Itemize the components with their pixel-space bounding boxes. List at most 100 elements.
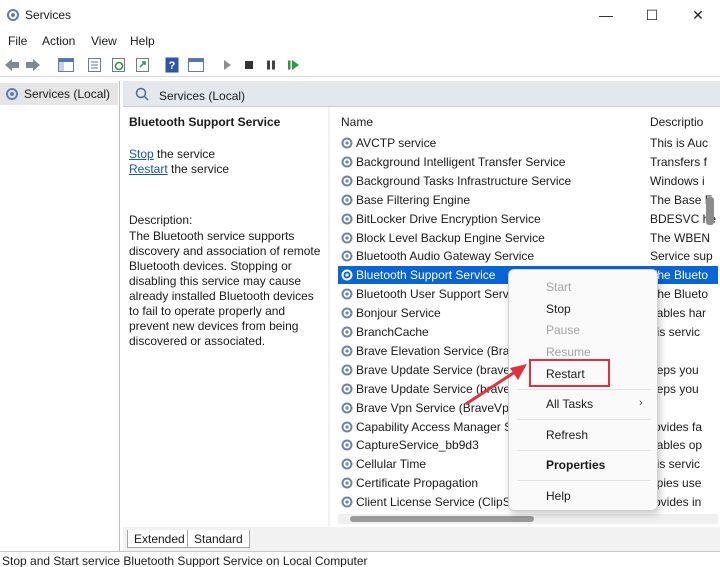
service-gear-icon <box>341 383 353 395</box>
description-label: Description: <box>129 213 193 227</box>
service-gear-icon <box>341 402 353 414</box>
stop-line-suffix: the service <box>153 147 216 161</box>
service-name: Base Filtering Engine <box>356 192 471 207</box>
restart-line: Restart the service <box>129 162 229 176</box>
menu-item-pause: Pause <box>546 323 581 337</box>
service-name: Certificate Propagation <box>356 476 479 491</box>
menu-help[interactable]: Help <box>130 34 155 48</box>
panel-header-title: Services (Local) <box>159 89 246 103</box>
minimize-button[interactable]: — <box>586 4 626 26</box>
menu-item-refresh[interactable]: Refresh <box>546 428 588 442</box>
start-icon[interactable] <box>218 56 235 73</box>
service-row[interactable]: Block Level Backup Engine Service The WBE… <box>338 229 718 247</box>
service-name: Bonjour Service <box>356 306 441 321</box>
service-name: Bluetooth Audio Gateway Service <box>356 249 535 264</box>
service-gear-icon <box>341 250 353 262</box>
back-icon[interactable] <box>3 56 20 73</box>
service-row[interactable]: Base Filtering Engine The Base F <box>338 191 718 209</box>
stop-service-link[interactable]: Stop <box>129 147 154 161</box>
service-row[interactable]: Bluetooth Audio Gateway Service Service s… <box>338 247 718 265</box>
menu-view[interactable]: View <box>91 34 117 48</box>
status-text: Stop and Start service Bluetooth Support… <box>2 554 368 567</box>
menu-file[interactable]: File <box>8 34 27 48</box>
stop-line: Stop the service <box>129 147 215 161</box>
service-gear-icon <box>341 213 353 225</box>
help-icon[interactable]: ? <box>163 56 180 73</box>
service-gear-icon <box>341 156 353 168</box>
horizontal-scrollbar[interactable] <box>338 514 718 524</box>
menu-separator <box>517 419 651 420</box>
service-gear-icon <box>341 232 353 243</box>
forward-icon[interactable] <box>24 56 41 73</box>
maximize-button[interactable]: ☐ <box>632 4 672 26</box>
menu-action[interactable]: Action <box>42 34 75 48</box>
service-gear-icon <box>341 307 353 319</box>
view-icon[interactable] <box>187 56 204 73</box>
vertical-scroll-thumb[interactable] <box>706 197 714 225</box>
service-gear-icon <box>341 421 353 432</box>
menu-item-all-tasks[interactable]: All Tasks <box>546 397 593 411</box>
service-gear-icon <box>341 175 353 187</box>
toolbar: ? <box>0 53 720 77</box>
console-tree: Services (Local) <box>0 81 120 567</box>
pause-icon[interactable] <box>262 56 279 73</box>
service-description: The Blueto <box>650 287 709 302</box>
service-description: The Base F <box>650 192 713 207</box>
menu-item-resume: Resume <box>546 345 591 359</box>
service-gear-icon <box>341 458 353 470</box>
view-tabs: Extended Standard <box>123 527 720 549</box>
service-name: Bluetooth User Support Servic <box>356 287 518 302</box>
tree-item-services-local[interactable]: Services (Local) <box>0 83 118 105</box>
service-description: This is Auc <box>650 136 709 150</box>
service-gear-icon <box>341 269 353 281</box>
service-name: Cellular Time <box>356 457 427 472</box>
service-name: Background Intelligent Transfer Service <box>356 154 566 169</box>
service-name: Client License Service (ClipSVC <box>356 495 528 510</box>
stop-icon[interactable] <box>240 56 257 73</box>
svg-text:?: ? <box>168 60 175 72</box>
tab-extended[interactable]: Extended <box>127 530 192 548</box>
tab-standard[interactable]: Standard <box>187 530 250 548</box>
service-name: CaptureService_bb9d3 <box>356 438 479 453</box>
menu-separator <box>517 389 651 390</box>
services-gear-icon <box>7 9 19 21</box>
service-description: The WBEN <box>650 230 711 245</box>
service-name: Bluetooth Support Service <box>356 268 496 283</box>
menu-item-stop[interactable]: Stop <box>546 302 571 316</box>
service-name: AVCTP service <box>356 136 437 150</box>
menu-separator <box>517 480 651 481</box>
annotation-arrow-icon <box>465 364 527 406</box>
properties-icon[interactable] <box>86 56 103 73</box>
service-name: Block Level Backup Engine Service <box>356 230 545 245</box>
menu-item-properties[interactable]: Properties <box>546 458 605 472</box>
horizontal-scroll-thumb[interactable] <box>350 516 534 522</box>
service-row[interactable]: Background Tasks Infrastructure Service W… <box>338 172 718 190</box>
service-row[interactable]: BitLocker Drive Encryption Service BDESVC… <box>338 210 718 228</box>
close-button[interactable]: ✕ <box>678 4 718 26</box>
service-row[interactable]: Background Intelligent Transfer Service T… <box>338 153 718 171</box>
menu-item-start: Start <box>546 280 572 294</box>
selected-service-title: Bluetooth Support Service <box>129 115 281 129</box>
export-icon[interactable] <box>134 56 151 73</box>
service-gear-icon <box>341 326 353 338</box>
menu-separator <box>517 450 651 451</box>
column-header-description[interactable]: Descriptio <box>650 115 703 129</box>
console-tree-icon[interactable] <box>57 56 74 73</box>
service-description: nables har <box>650 306 707 321</box>
panel-header: Services (Local) <box>123 81 720 107</box>
refresh-icon[interactable] <box>110 56 127 73</box>
restart-icon[interactable] <box>285 56 302 73</box>
restart-service-link[interactable]: Restart <box>129 162 168 176</box>
service-name: BitLocker Drive Encryption Service <box>356 211 541 226</box>
service-description: Service sup <box>650 249 713 264</box>
description-text: The Bluetooth service supports discovery… <box>129 229 321 348</box>
tree-item-label: Services (Local) <box>24 87 111 101</box>
column-header-name[interactable]: Name <box>341 115 373 129</box>
menu-item-help[interactable]: Help <box>546 489 571 503</box>
restart-line-suffix: the service <box>167 162 230 176</box>
service-name: Background Tasks Infrastructure Service <box>356 173 572 188</box>
service-row[interactable]: AVCTP service This is Auc <box>338 134 718 152</box>
service-gear-icon <box>341 496 353 508</box>
service-gear-icon <box>341 288 353 300</box>
service-name: BranchCache <box>356 325 429 339</box>
